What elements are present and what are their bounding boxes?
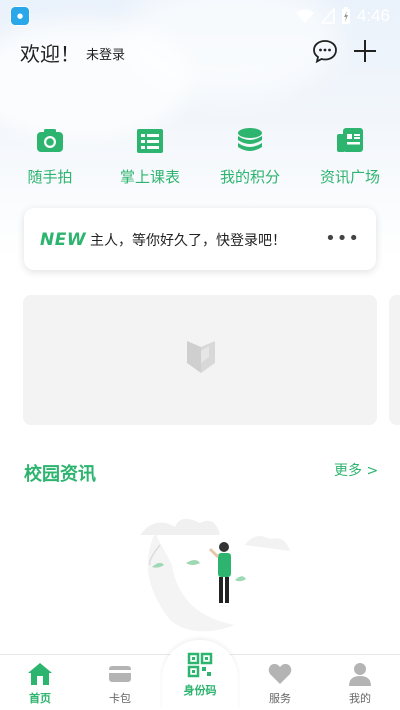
news-section-title: 校园资讯 — [24, 464, 96, 485]
signal-icon — [320, 8, 335, 24]
quick-actions: 随手拍 掌上课表 我的积分 资讯广场 — [0, 126, 400, 196]
tab-mine[interactable]: 我的 — [320, 655, 400, 710]
more-options-icon[interactable]: ••• — [325, 228, 360, 249]
wifi-icon — [295, 9, 314, 23]
camera-icon — [37, 129, 63, 152]
tab-card[interactable]: 卡包 — [80, 655, 160, 710]
quick-action-schedule[interactable]: 掌上课表 — [107, 126, 193, 187]
home-icon — [28, 663, 52, 685]
quick-action-label: 资讯广场 — [319, 168, 380, 186]
tab-label: 我的 — [349, 692, 371, 705]
top-header: 欢迎！ 未登录 — [0, 36, 400, 70]
heart-icon — [268, 663, 292, 684]
news-icon — [337, 128, 363, 152]
tab-label: 卡包 — [109, 692, 131, 705]
login-status[interactable]: 未登录 — [86, 44, 125, 63]
status-indicators: 4:46 — [295, 4, 390, 28]
quick-action-label: 掌上课表 — [119, 168, 180, 186]
quick-action-news[interactable]: 资讯广场 — [307, 126, 393, 187]
quick-action-label: 随手拍 — [27, 168, 73, 186]
coins-icon — [238, 128, 262, 151]
quick-action-points[interactable]: 我的积分 — [207, 126, 293, 187]
tab-label: 首页 — [29, 692, 51, 705]
tab-home[interactable]: 首页 — [0, 655, 80, 710]
clock-time: 4:46 — [356, 6, 390, 25]
welcome-title: 欢迎！ — [20, 42, 80, 66]
tab-label: 身份码 — [183, 684, 217, 697]
news-more-link[interactable]: 更多 > — [334, 460, 378, 480]
card-icon — [109, 666, 131, 682]
tab-label: 服务 — [269, 692, 291, 705]
tab-identity-code[interactable]: 身份码 — [162, 640, 238, 710]
battery-charging-icon — [341, 7, 350, 24]
login-notice-card[interactable]: NEW 主人，等你好久了，快登录吧！ ••• — [24, 208, 376, 270]
app-badge-icon: ● — [10, 6, 30, 26]
tab-service[interactable]: 服务 — [240, 655, 320, 710]
schedule-icon — [137, 129, 163, 153]
new-badge: NEW — [40, 230, 87, 250]
quick-action-camera[interactable]: 随手拍 — [7, 126, 93, 187]
chat-icon[interactable] — [312, 38, 338, 64]
quick-action-label: 我的积分 — [219, 168, 280, 186]
qr-code-icon — [187, 652, 213, 678]
notice-text: 主人，等你好久了，快登录吧！ — [90, 233, 286, 249]
banner-placeholder[interactable] — [23, 295, 377, 425]
placeholder-logo-icon — [187, 341, 215, 373]
plus-icon[interactable] — [352, 38, 378, 64]
user-icon — [349, 663, 371, 686]
status-bar: ● 4:46 — [0, 0, 400, 32]
empty-state-illustration — [140, 518, 290, 632]
next-banner-peek[interactable] — [389, 295, 400, 425]
